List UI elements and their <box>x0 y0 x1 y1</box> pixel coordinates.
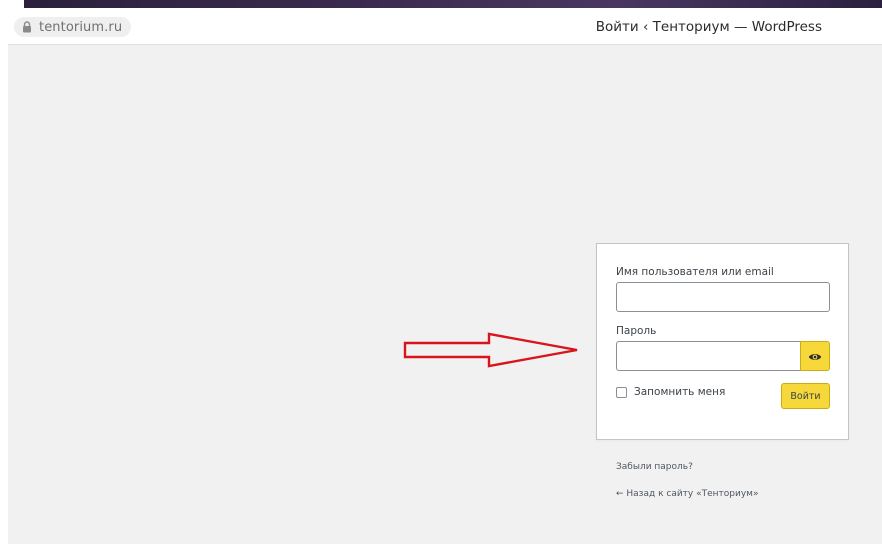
url-text: tentorium.ru <box>39 19 123 35</box>
remember-me-label: Запомнить меня <box>634 386 726 398</box>
password-input[interactable] <box>616 341 800 371</box>
show-password-button[interactable] <box>800 341 830 371</box>
lost-password-link[interactable]: Забыли пароль? <box>616 462 693 472</box>
eye-icon <box>808 347 822 366</box>
window-left-edge <box>0 44 8 544</box>
page-title: Войти ‹ Тенториум — WordPress <box>595 19 822 35</box>
remember-me-row[interactable]: Запомнить меня <box>616 386 725 398</box>
window-edge <box>0 0 24 8</box>
url-field[interactable]: tentorium.ru <box>14 17 132 37</box>
username-input[interactable] <box>616 282 830 312</box>
password-label: Пароль <box>616 325 657 337</box>
login-button[interactable]: Войти <box>781 383 830 409</box>
remember-me-checkbox[interactable] <box>616 386 627 398</box>
browser-address-bar: tentorium.ru Войти ‹ Тенториум — WordPre… <box>0 8 882 45</box>
lock-icon <box>22 21 32 33</box>
desktop-wallpaper-strip <box>0 0 882 8</box>
password-field-group <box>616 341 830 371</box>
back-to-site-link[interactable]: ← Назад к сайту «Тенториум» <box>616 489 758 499</box>
red-arrow-icon <box>403 332 578 368</box>
login-form: Имя пользователя или email Пароль Запомн… <box>596 243 849 440</box>
username-label: Имя пользователя или email <box>616 266 774 278</box>
